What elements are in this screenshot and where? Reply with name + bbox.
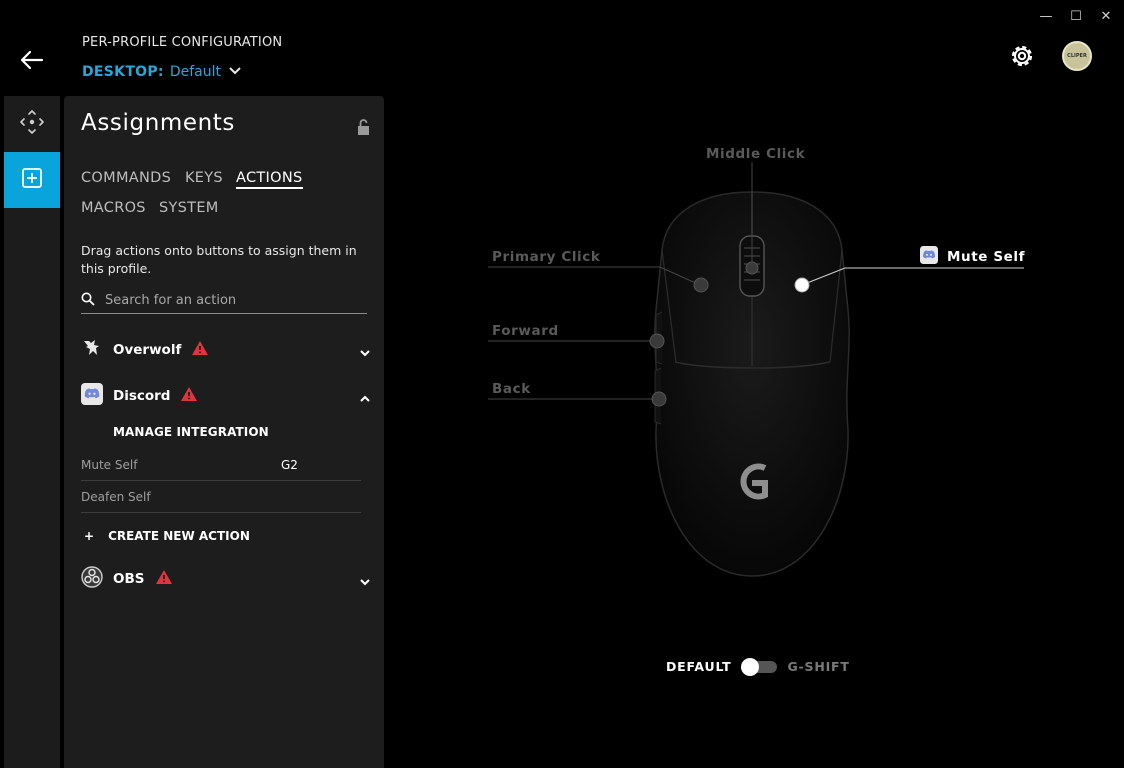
page-title: PER-PROFILE CONFIGURATION (82, 35, 283, 50)
chevron-down-icon (227, 62, 243, 82)
group-obs[interactable]: OBS (81, 566, 371, 592)
default-mode-label: DEFAULT (666, 658, 732, 674)
profile-key: DESKTOP: (82, 64, 164, 80)
avatar[interactable]: CLIPER (1062, 41, 1092, 71)
unlock-icon[interactable] (356, 118, 372, 136)
tab-macros[interactable]: MACROS (81, 200, 146, 216)
back-arrow-icon[interactable] (18, 46, 46, 74)
action-key: G2 (281, 457, 298, 472)
action-name: Deafen Self (81, 489, 151, 504)
callout-back[interactable]: Back (492, 381, 531, 397)
hotspot-back (651, 391, 667, 407)
left-rail (4, 96, 60, 768)
mouse-diagram (488, 162, 1024, 577)
maximize-button[interactable]: ☐ (1067, 8, 1085, 26)
create-action-label: CREATE NEW ACTION (108, 529, 250, 543)
profile-value: Default (169, 64, 221, 80)
group-discord[interactable]: Discord (81, 383, 371, 409)
warning-icon (191, 340, 209, 360)
search-field[interactable] (81, 288, 367, 314)
chevron-down-icon (359, 344, 371, 363)
move-arrows-icon (19, 109, 45, 139)
group-name: OBS (113, 571, 145, 587)
chevron-down-icon (359, 573, 371, 592)
overwolf-icon (81, 337, 103, 363)
gshift-mode-label: G-SHIFT (787, 658, 850, 674)
tab-commands[interactable]: COMMANDS (81, 170, 171, 186)
plus-icon: + (84, 529, 95, 543)
search-icon (81, 291, 95, 310)
minimize-button[interactable]: — (1037, 8, 1055, 26)
close-button[interactable]: ✕ (1097, 8, 1115, 26)
group-name: Overwolf (113, 342, 182, 358)
panel-title: Assignments (81, 110, 235, 136)
action-deafen-self[interactable]: Deafen Self (81, 481, 361, 513)
group-overwolf[interactable]: Overwolf (81, 337, 371, 363)
hotspot-middle (745, 261, 759, 275)
discord-icon (920, 246, 938, 268)
hotspot-secondary (794, 277, 810, 293)
callout-mute-self[interactable]: Mute Self (920, 246, 1025, 268)
group-name: Discord (113, 388, 171, 404)
gshift-toggle[interactable] (741, 658, 778, 676)
plus-square-icon (21, 167, 43, 193)
search-input[interactable] (105, 293, 355, 308)
callout-middle-click[interactable]: Middle Click (706, 146, 805, 162)
chevron-up-icon (359, 390, 371, 409)
hotspot-forward (649, 333, 665, 349)
rail-assignments-button[interactable] (4, 152, 60, 208)
action-name: Mute Self (81, 457, 138, 472)
manage-integration-link[interactable]: MANAGE INTEGRATION (113, 425, 269, 439)
tab-system[interactable]: SYSTEM (159, 200, 219, 216)
gear-icon[interactable] (1008, 42, 1036, 70)
tab-keys[interactable]: KEYS (185, 170, 223, 186)
discord-icon (81, 383, 103, 409)
profile-selector[interactable]: DESKTOP: Default (82, 62, 243, 82)
obs-icon (81, 566, 103, 592)
rail-move-button[interactable] (4, 96, 60, 152)
warning-icon (155, 569, 173, 589)
warning-icon (180, 386, 198, 406)
avatar-text: CLIPER (1067, 53, 1087, 59)
hotspot-primary (693, 277, 709, 293)
tab-actions[interactable]: ACTIONS (236, 170, 303, 189)
callout-label: Mute Self (947, 249, 1026, 265)
action-mute-self[interactable]: Mute Self G2 (81, 449, 361, 481)
assignments-panel: Assignments COMMANDS KEYS ACTIONS MACROS… (64, 96, 384, 768)
create-new-action-button[interactable]: + CREATE NEW ACTION (84, 529, 250, 543)
toggle-knob (741, 658, 760, 676)
callout-primary-click[interactable]: Primary Click (492, 249, 600, 265)
mode-toggle-group: DEFAULT G-SHIFT (666, 658, 850, 676)
assign-hint: Drag actions onto buttons to assign them… (81, 243, 357, 276)
callout-forward[interactable]: Forward (492, 323, 559, 339)
